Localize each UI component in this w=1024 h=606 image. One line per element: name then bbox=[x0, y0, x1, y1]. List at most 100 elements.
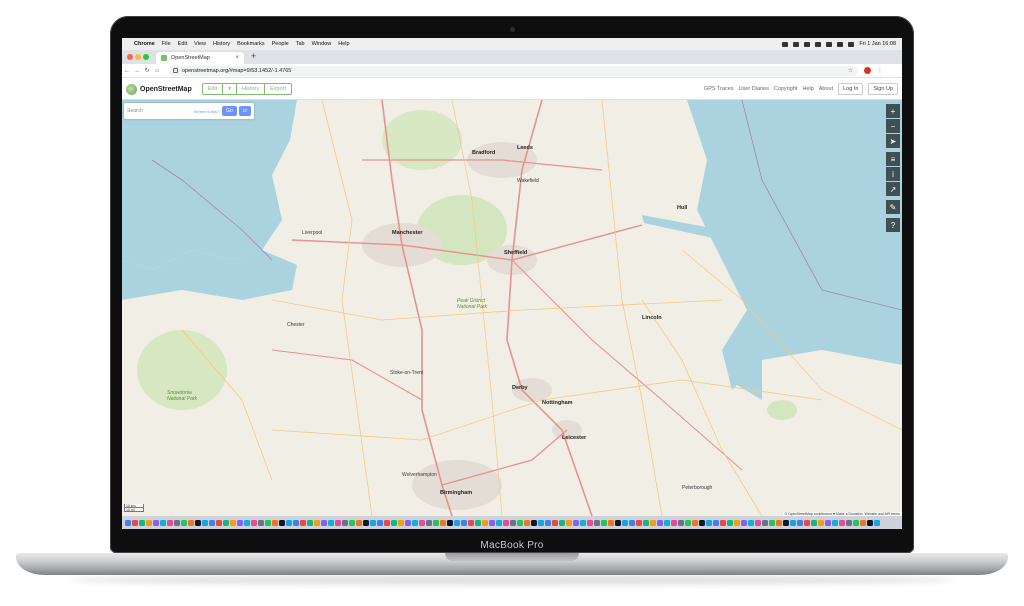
dock-app-icon[interactable] bbox=[664, 519, 670, 526]
dock-app-icon[interactable] bbox=[286, 519, 292, 526]
dock-app-icon[interactable] bbox=[160, 519, 166, 526]
back-icon[interactable]: ← bbox=[122, 68, 132, 74]
dock-app-icon[interactable] bbox=[741, 519, 747, 526]
dock-app-icon[interactable] bbox=[251, 519, 257, 526]
query-features-icon[interactable]: ? bbox=[886, 218, 900, 232]
new-tab-icon[interactable]: + bbox=[251, 51, 256, 61]
dock-app-icon[interactable] bbox=[713, 519, 719, 526]
dock-app-icon[interactable] bbox=[307, 519, 313, 526]
dock-app-icon[interactable] bbox=[699, 519, 705, 526]
dock-app-icon[interactable] bbox=[818, 519, 824, 526]
dock-app-icon[interactable] bbox=[510, 519, 516, 526]
dock-app-icon[interactable] bbox=[643, 519, 649, 526]
dock-app-icon[interactable] bbox=[412, 519, 418, 526]
zoom-window-icon[interactable] bbox=[143, 54, 149, 60]
dock-app-icon[interactable] bbox=[216, 519, 222, 526]
dock-app-icon[interactable] bbox=[188, 519, 194, 526]
dock-app-icon[interactable] bbox=[580, 519, 586, 526]
dock-app-icon[interactable] bbox=[608, 519, 614, 526]
note-icon[interactable]: ✎ bbox=[886, 200, 900, 214]
drive-icon[interactable] bbox=[804, 41, 811, 47]
wifi-icon[interactable] bbox=[837, 41, 844, 47]
dock-app-icon[interactable] bbox=[461, 519, 467, 526]
dock-app-icon[interactable] bbox=[622, 519, 628, 526]
dock-app-icon[interactable] bbox=[139, 519, 145, 526]
dock-app-icon[interactable] bbox=[615, 519, 621, 526]
zoom-in-icon[interactable]: + bbox=[886, 104, 900, 118]
dock-app-icon[interactable] bbox=[748, 519, 754, 526]
kebab-menu-icon[interactable]: ⋮ bbox=[877, 67, 883, 74]
dock-app-icon[interactable] bbox=[839, 519, 845, 526]
dock-app-icon[interactable] bbox=[706, 519, 712, 526]
cloud-icon[interactable] bbox=[793, 41, 800, 47]
dock-app-icon[interactable] bbox=[237, 519, 243, 526]
search-icon[interactable] bbox=[848, 41, 855, 47]
dock-app-icon[interactable] bbox=[153, 519, 159, 526]
menu-edit[interactable]: Edit bbox=[178, 41, 187, 47]
menu-file[interactable]: File bbox=[162, 41, 171, 47]
dock-app-icon[interactable] bbox=[587, 519, 593, 526]
dock-app-icon[interactable] bbox=[300, 519, 306, 526]
dock-app-icon[interactable] bbox=[727, 519, 733, 526]
dock-app-icon[interactable] bbox=[650, 519, 656, 526]
dock-app-icon[interactable] bbox=[468, 519, 474, 526]
dock-app-icon[interactable] bbox=[489, 519, 495, 526]
dock-app-icon[interactable] bbox=[230, 519, 236, 526]
dock-app-icon[interactable] bbox=[321, 519, 327, 526]
close-window-icon[interactable] bbox=[127, 54, 133, 60]
edit-button[interactable]: Edit bbox=[203, 84, 224, 94]
dock-app-icon[interactable] bbox=[545, 519, 551, 526]
dropbox-icon[interactable] bbox=[782, 41, 789, 47]
dock-app-icon[interactable] bbox=[776, 519, 782, 526]
dock-app-icon[interactable] bbox=[853, 519, 859, 526]
dock-app-icon[interactable] bbox=[671, 519, 677, 526]
dock-app-icon[interactable] bbox=[181, 519, 187, 526]
dock-app-icon[interactable] bbox=[349, 519, 355, 526]
dock-app-icon[interactable] bbox=[629, 519, 635, 526]
dock-app-icon[interactable] bbox=[125, 519, 131, 526]
close-tab-icon[interactable]: × bbox=[235, 55, 239, 61]
osm-brand[interactable]: OpenStreetMap bbox=[140, 86, 192, 93]
dock-app-icon[interactable] bbox=[202, 519, 208, 526]
dock-app-icon[interactable] bbox=[370, 519, 376, 526]
menu-help[interactable]: Help bbox=[338, 41, 349, 47]
minimize-window-icon[interactable] bbox=[135, 54, 141, 60]
address-bar[interactable]: openstreetmap.org/#map=9/53.1452/-1.4765… bbox=[168, 65, 858, 76]
dock-app-icon[interactable] bbox=[524, 519, 530, 526]
lock-icon[interactable] bbox=[173, 68, 178, 73]
dock-app-icon[interactable] bbox=[447, 519, 453, 526]
login-button[interactable]: Log In bbox=[838, 83, 864, 95]
dock-app-icon[interactable] bbox=[433, 519, 439, 526]
dock-app-icon[interactable] bbox=[377, 519, 383, 526]
dock-app-icon[interactable] bbox=[517, 519, 523, 526]
dock-app-icon[interactable] bbox=[363, 519, 369, 526]
home-icon[interactable]: ⌂ bbox=[152, 68, 162, 74]
dock-app-icon[interactable] bbox=[167, 519, 173, 526]
menu-people[interactable]: People bbox=[272, 41, 289, 47]
map-key-icon[interactable]: i bbox=[886, 167, 900, 181]
menu-tab[interactable]: Tab bbox=[296, 41, 305, 47]
menu-bookmarks[interactable]: Bookmarks bbox=[237, 41, 265, 47]
dock-app-icon[interactable] bbox=[335, 519, 341, 526]
gps-traces-link[interactable]: GPS Traces bbox=[704, 86, 734, 92]
share-icon[interactable]: ↗ bbox=[886, 182, 900, 196]
dock-app-icon[interactable] bbox=[874, 519, 880, 526]
bookmark-star-icon[interactable]: ☆ bbox=[848, 68, 853, 74]
menu-window[interactable]: Window bbox=[312, 41, 332, 47]
dock-app-icon[interactable] bbox=[265, 519, 271, 526]
go-button[interactable]: Go bbox=[222, 106, 237, 116]
dock-app-icon[interactable] bbox=[594, 519, 600, 526]
where-is-this-link[interactable]: Where is this? bbox=[194, 109, 219, 114]
dock-app-icon[interactable] bbox=[531, 519, 537, 526]
map-canvas[interactable]: Manchester Sheffield Leeds Bradford Wake… bbox=[122, 100, 902, 516]
tab-openstreetmap[interactable]: OpenStreetMap × bbox=[156, 52, 244, 64]
dock-app-icon[interactable] bbox=[398, 519, 404, 526]
dock-app-icon[interactable] bbox=[258, 519, 264, 526]
dock-app-icon[interactable] bbox=[769, 519, 775, 526]
dock-app-icon[interactable] bbox=[601, 519, 607, 526]
dock-app-icon[interactable] bbox=[272, 519, 278, 526]
dock-app-icon[interactable] bbox=[174, 519, 180, 526]
layers-icon[interactable]: ≡ bbox=[886, 152, 900, 166]
dock-app-icon[interactable] bbox=[636, 519, 642, 526]
dock-app-icon[interactable] bbox=[209, 519, 215, 526]
